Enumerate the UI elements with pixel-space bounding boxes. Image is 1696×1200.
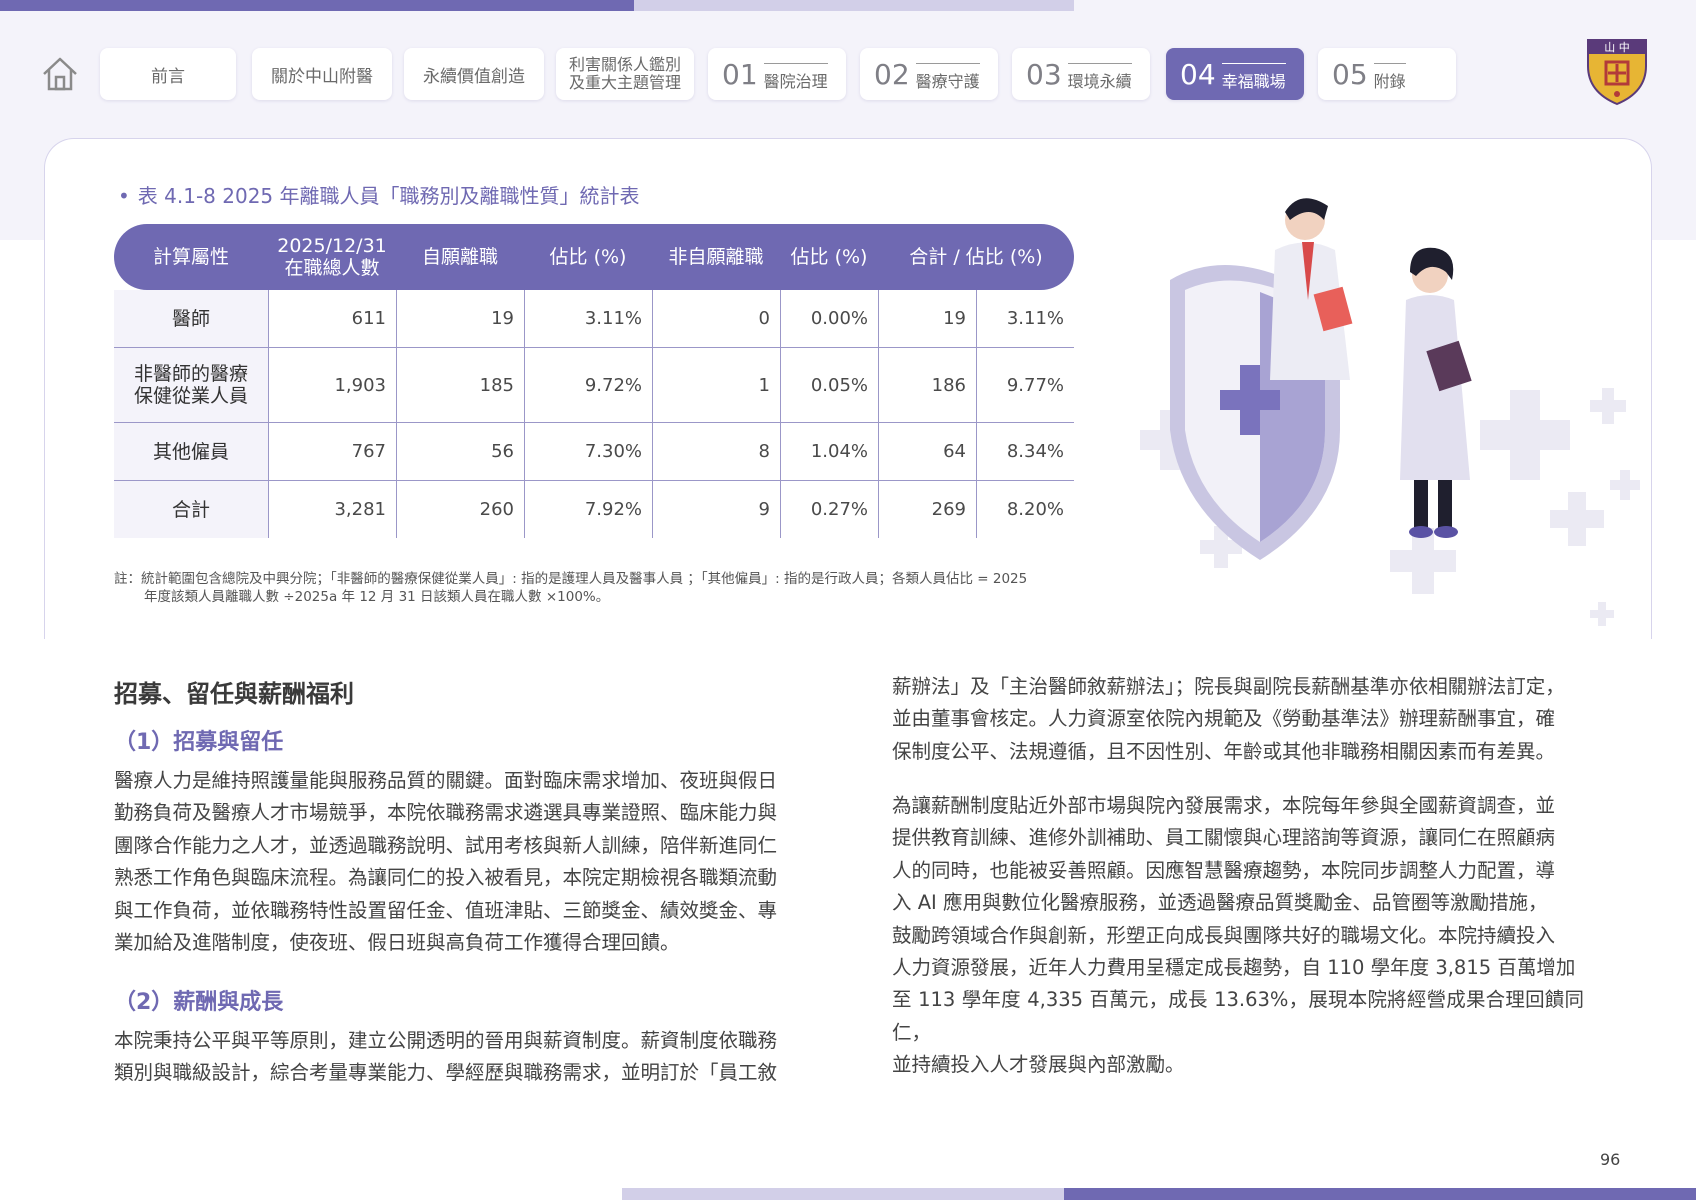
paragraph-salary: 本院秉持公平與平等原則，建立公開透明的晉用與薪資制度。薪資制度依職務 類別與職級… [114, 1029, 778, 1085]
header-cell: 自願離職 [421, 246, 498, 268]
table-cell: 9.77% [976, 348, 1074, 422]
tab-04-workplace[interactable]: 04 幸福職場 [1166, 48, 1304, 100]
table-cell: 8.34% [976, 423, 1074, 480]
table-cell: 8.20% [976, 481, 1074, 538]
table-cell: 0.05% [780, 348, 878, 422]
tab-preface[interactable]: 前言 [100, 48, 236, 100]
tab-01-governance[interactable]: 01 醫院治理 [708, 48, 846, 100]
table-cell: 8 [652, 423, 780, 480]
table-cell: 9 [652, 481, 780, 538]
top-accent-bar-light [634, 0, 1074, 11]
subsection-title-salary: （2）薪酬與成長 [114, 990, 284, 1015]
bottom-accent-bar-light [622, 1188, 1064, 1200]
table-cell: 0.00% [780, 290, 878, 347]
home-icon[interactable] [40, 54, 84, 96]
table-cell: 19 [878, 290, 976, 347]
header-cell: 合計 / 佔比 (%) [909, 246, 1043, 268]
table-header: 計算屬性 2025/12/31 在職總人數 自願離職 佔比 (%) 非自願離職 佔… [114, 224, 1074, 290]
table-cell: 64 [878, 423, 976, 480]
tab-02-care[interactable]: 02 醫療守護 [860, 48, 998, 100]
table-row: 非醫師的醫療 保健從業人員 1,903 185 9.72% 1 0.05% 186… [114, 348, 1074, 423]
table-cell: 3,281 [268, 481, 396, 538]
table-cell: 7.30% [524, 423, 652, 480]
chapter-nav: 前言 關於中山附醫 永續價值創造 利害關係人鑑別 及重大主題管理 01 醫院治理 … [40, 48, 1460, 102]
row-label: 醫師 [114, 290, 268, 347]
svg-text:山 中: 山 中 [1604, 41, 1630, 54]
table-cell: 260 [396, 481, 524, 538]
row-label: 合計 [114, 481, 268, 538]
paragraph-development: 為讓薪酬制度貼近外部市場與院內發展需求，本院每年參與全國薪資調查，並 提供教育訓… [892, 794, 1584, 1077]
row-label: 非醫師的醫療 保健從業人員 [114, 348, 268, 422]
table-cell: 0 [652, 290, 780, 347]
bottom-accent-bar [1064, 1188, 1696, 1200]
table-cell: 9.72% [524, 348, 652, 422]
header-cell: 非自願離職 [668, 246, 764, 268]
table-cell: 611 [268, 290, 396, 347]
header-cell: 2025/12/31 在職總人數 [277, 235, 387, 279]
section-title: 招募、留任與薪酬福利 [114, 680, 354, 708]
table-cell: 3.11% [976, 290, 1074, 347]
table-cell: 56 [396, 423, 524, 480]
row-label: 其他僱員 [114, 423, 268, 480]
table-cell: 269 [878, 481, 976, 538]
table-caption: • 表 4.1-8 2025 年離職人員「職務別及離職性質」統計表 [118, 184, 640, 208]
table-cell: 1.04% [780, 423, 878, 480]
table-row: 合計 3,281 260 7.92% 9 0.27% 269 8.20% [114, 481, 1074, 538]
tab-stakeholders[interactable]: 利害關係人鑑別 及重大主題管理 [556, 48, 694, 100]
tab-about[interactable]: 關於中山附醫 [252, 48, 392, 100]
table-note: 註：統計範圍包含總院及中興分院；「非醫師的醫療保健從業人員」: 指的是護理人員及… [114, 571, 1028, 605]
table-cell: 0.27% [780, 481, 878, 538]
tab-03-environment[interactable]: 03 環境永續 [1012, 48, 1150, 100]
tab-05-appendix[interactable]: 05 附錄 [1318, 48, 1456, 100]
table-cell: 186 [878, 348, 976, 422]
table-cell: 3.11% [524, 290, 652, 347]
table-cell: 1 [652, 348, 780, 422]
header-cell: 佔比 (%) [549, 246, 627, 268]
top-accent-bar [0, 0, 634, 11]
header-cell: 佔比 (%) [790, 246, 868, 268]
table-cell: 19 [396, 290, 524, 347]
table-cell: 767 [268, 423, 396, 480]
page-number: 96 [1600, 1150, 1621, 1169]
table-cell: 7.92% [524, 481, 652, 538]
table-row: 醫師 611 19 3.11% 0 0.00% 19 3.11% [114, 290, 1074, 348]
paragraph-salary-continued: 薪辦法」及「主治醫師敘薪辦法」；院長與副院長薪酬基準亦依相關辦法訂定， 並由董事… [892, 675, 1565, 763]
hospital-logo-icon: 山 中 [1584, 36, 1650, 106]
turnover-table: 計算屬性 2025/12/31 在職總人數 自願離職 佔比 (%) 非自願離職 佔… [114, 224, 1074, 538]
tab-sustainable-value[interactable]: 永續價值創造 [404, 48, 544, 100]
subsection-title-recruitment: （1）招募與留任 [114, 730, 284, 755]
paragraph-recruitment: 醫療人力是維持照護量能與服務品質的關鍵。面對臨床需求增加、夜班與假日 勤務負荷及… [114, 769, 778, 955]
header-cell: 計算屬性 [152, 246, 229, 268]
doctors-shield-illustration [1110, 180, 1670, 650]
table-row: 其他僱員 767 56 7.30% 8 1.04% 64 8.34% [114, 423, 1074, 481]
table-cell: 185 [396, 348, 524, 422]
table-cell: 1,903 [268, 348, 396, 422]
